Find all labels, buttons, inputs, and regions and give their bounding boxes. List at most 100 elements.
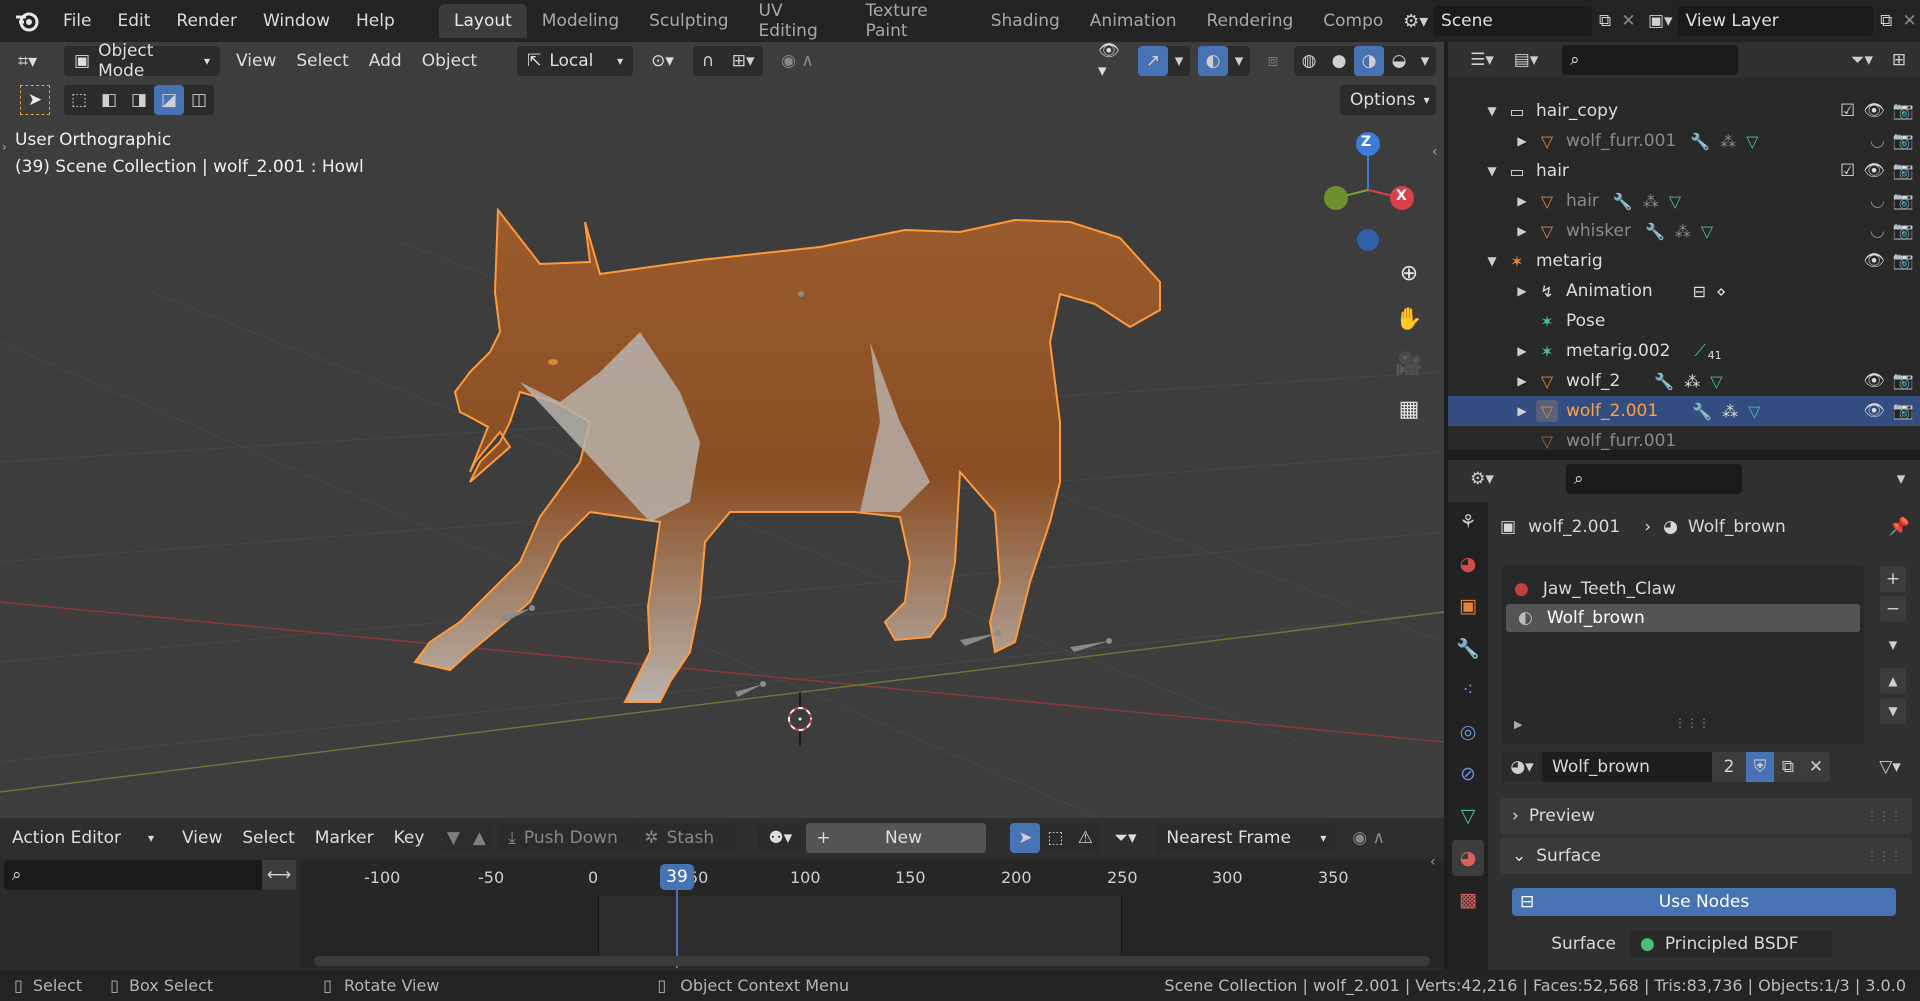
tab-layout[interactable]: Layout [439, 4, 527, 38]
outliner-editor-type-icon[interactable]: ☰▾ [1460, 45, 1504, 75]
expand-arrow-icon[interactable]: ▶ [1514, 134, 1530, 148]
view-layer-browse-icon[interactable]: ▣▾ [1643, 6, 1678, 36]
proportional-edit-icon[interactable]: ◉ ∧ [771, 46, 831, 76]
stash-button[interactable]: ✲ Stash [634, 823, 737, 853]
modifier-wrench-icon[interactable]: 🔧 [1613, 192, 1633, 211]
particles-icon[interactable]: ⁂ [1675, 222, 1691, 241]
expand-arrow-icon[interactable]: ▶ [1514, 374, 1530, 388]
layer-down-icon[interactable]: ▼ [440, 823, 466, 853]
select-extend-icon[interactable]: ◧ [94, 85, 124, 115]
menu-file[interactable]: File [50, 0, 104, 42]
current-frame-indicator[interactable]: 39 [660, 864, 694, 890]
outliner-row-hair[interactable]: ▶ ▽ hair 🔧 ⁂ ▽ ◡ 📷 [1448, 186, 1920, 216]
expand-arrow-icon[interactable]: ▶ [1514, 404, 1530, 418]
outliner-row-hair-collection[interactable]: ▼ ▭ hair ☑ 👁 📷 [1448, 156, 1920, 186]
3d-viewport[interactable]: Z X ⌗▾ ▣ Object Mode ▾ View Select Add O… [0, 41, 1444, 818]
channel-search-input[interactable]: ⌕ [4, 860, 262, 890]
material-slot[interactable]: ● Jaw_Teeth_Claw [1502, 574, 1864, 604]
outliner-search-input[interactable]: ⌕ [1562, 45, 1738, 75]
eye-icon[interactable]: 👁 [1863, 161, 1885, 181]
push-down-button[interactable]: ⤓ Push Down [498, 823, 635, 853]
modifier-wrench-icon[interactable]: 🔧 [1654, 372, 1674, 391]
overlays-icon[interactable]: ◐ [1198, 46, 1228, 76]
chevron-down-icon[interactable]: ▾ [1168, 46, 1190, 76]
checkbox-icon[interactable]: ☑ [1840, 161, 1855, 181]
tab-texture-icon[interactable]: ▩ [1452, 882, 1484, 918]
particles-icon[interactable]: ⁂ [1643, 192, 1659, 211]
modifier-wrench-icon[interactable]: 🔧 [1690, 132, 1710, 151]
menu-object[interactable]: Object [412, 46, 487, 76]
gizmo-icon[interactable]: ↗ [1138, 46, 1168, 76]
unlink-material-icon[interactable]: ✕ [1802, 752, 1830, 782]
new-action-button[interactable]: + New [806, 823, 987, 853]
pivot-point-icon[interactable]: ⊙▾ [641, 46, 689, 76]
expand-arrow-icon[interactable]: ▶ [1514, 718, 1522, 731]
expand-arrow-icon[interactable]: ▶ [1514, 194, 1530, 208]
resize-handle-icon[interactable]: ⋮⋮⋮ [1674, 716, 1710, 730]
particles-icon[interactable]: ⁂ [1720, 132, 1736, 151]
material-shading-icon[interactable]: ◑ [1354, 46, 1384, 76]
box-select-icon[interactable]: ⬚ [1040, 823, 1070, 853]
surface-shader-field[interactable]: ● Principled BSDF [1630, 930, 1832, 958]
tab-rendering[interactable]: Rendering [1191, 4, 1308, 38]
drag-handle-icon[interactable]: ⋮⋮⋮ [1866, 849, 1902, 863]
outliner-row-wolf-2[interactable]: ▶ ▽ wolf_2 🔧 ⁂ ▽ 👁 📷 [1448, 366, 1920, 396]
filter-icon[interactable]: ⏷▾ [1840, 45, 1884, 75]
camera-icon[interactable]: 📷 [1893, 161, 1914, 181]
tab-compositing[interactable]: Compo [1308, 4, 1398, 38]
driver-icon[interactable]: ⊟ [1693, 282, 1706, 301]
camera-icon[interactable]: 📷 [1893, 191, 1914, 211]
tab-texture-paint[interactable]: Texture Paint [851, 1, 976, 41]
camera-icon[interactable]: 📷 [1893, 401, 1914, 421]
scene-selector[interactable]: Scene [1433, 6, 1593, 36]
properties-search-input[interactable]: ⌕ [1566, 464, 1742, 494]
outliner-row-metarig[interactable]: ▼ ✶ metarig 👁 📷 [1448, 246, 1920, 276]
sidebar-expand-icon[interactable]: ‹ [1432, 144, 1438, 160]
select-intersect-icon[interactable]: ◫ [184, 85, 214, 115]
menu-view[interactable]: View [226, 46, 286, 76]
swap-arrows-icon[interactable]: ⟷ [262, 860, 296, 890]
view-layer-selector[interactable]: View Layer [1677, 6, 1874, 36]
browse-material-icon[interactable]: ◕▾ [1502, 752, 1542, 782]
sidebar-expand-icon[interactable]: ‹ [1430, 854, 1436, 870]
chevron-down-icon[interactable]: ▾ [1414, 46, 1436, 76]
menu-edit[interactable]: Edit [105, 0, 164, 42]
tab-modifier-icon[interactable]: 🔧 [1452, 630, 1484, 666]
checkbox-icon[interactable]: ☑ [1840, 101, 1855, 121]
eye-closed-icon[interactable]: ◡ [1870, 221, 1885, 241]
tab-uv-editing[interactable]: UV Editing [744, 1, 851, 41]
blender-logo-icon[interactable] [14, 6, 40, 36]
camera-icon[interactable]: 📷 [1893, 251, 1914, 271]
menu-help[interactable]: Help [343, 0, 408, 42]
menu-key[interactable]: Key [384, 823, 435, 853]
scene-browse-icon[interactable]: ⚙▾ [1398, 6, 1433, 36]
new-scene-icon[interactable]: ⧉ [1592, 6, 1618, 36]
filter-icon[interactable]: ⏷▾ [1104, 823, 1152, 853]
move-up-icon[interactable]: ▲ [1880, 668, 1906, 694]
editor-mode-dropdown[interactable]: Action Editor ▾ [2, 823, 164, 853]
snap-mode-dropdown[interactable]: Nearest Frame ▾ [1156, 823, 1337, 853]
move-down-icon[interactable]: ▼ [1880, 698, 1906, 724]
select-tool-icon[interactable]: ➤ [20, 85, 50, 115]
warning-icon[interactable]: ⚠ [1070, 823, 1100, 853]
select-invert-icon[interactable]: ◪ [154, 85, 184, 115]
drag-handle-icon[interactable]: ⋮⋮⋮ [1866, 809, 1902, 823]
menu-add[interactable]: Add [359, 46, 412, 76]
delete-view-layer-icon[interactable]: ✕ [1899, 6, 1920, 36]
material-name-field[interactable]: Wolf_brown [1542, 752, 1712, 782]
link-type-icon[interactable]: ▽▾ [1868, 752, 1912, 782]
tab-physics-icon[interactable]: ◎ [1452, 714, 1484, 750]
tab-world-icon[interactable]: ◕ [1452, 546, 1484, 582]
particles-icon[interactable]: ⁂ [1684, 372, 1700, 391]
zoom-icon[interactable]: ⊕ [1392, 256, 1426, 290]
eye-icon[interactable]: 👁 [1863, 101, 1885, 121]
outliner-row-wolf-furr[interactable]: ▶ ▽ wolf_furr.001 🔧 ⁂ ▽ ◡ 📷 [1448, 126, 1920, 156]
menu-select[interactable]: Select [232, 823, 304, 853]
snap-magnet-icon[interactable]: ∩ [693, 46, 723, 76]
menu-view[interactable]: View [172, 823, 232, 853]
nla-icon[interactable]: ⋄ [1716, 282, 1726, 301]
3d-cursor[interactable] [788, 692, 812, 746]
tab-render-icon[interactable]: ⚘ [1452, 504, 1484, 540]
expand-arrow-icon[interactable]: ▼ [1484, 104, 1500, 118]
select-cursor-icon[interactable]: ➤ [1010, 823, 1041, 853]
